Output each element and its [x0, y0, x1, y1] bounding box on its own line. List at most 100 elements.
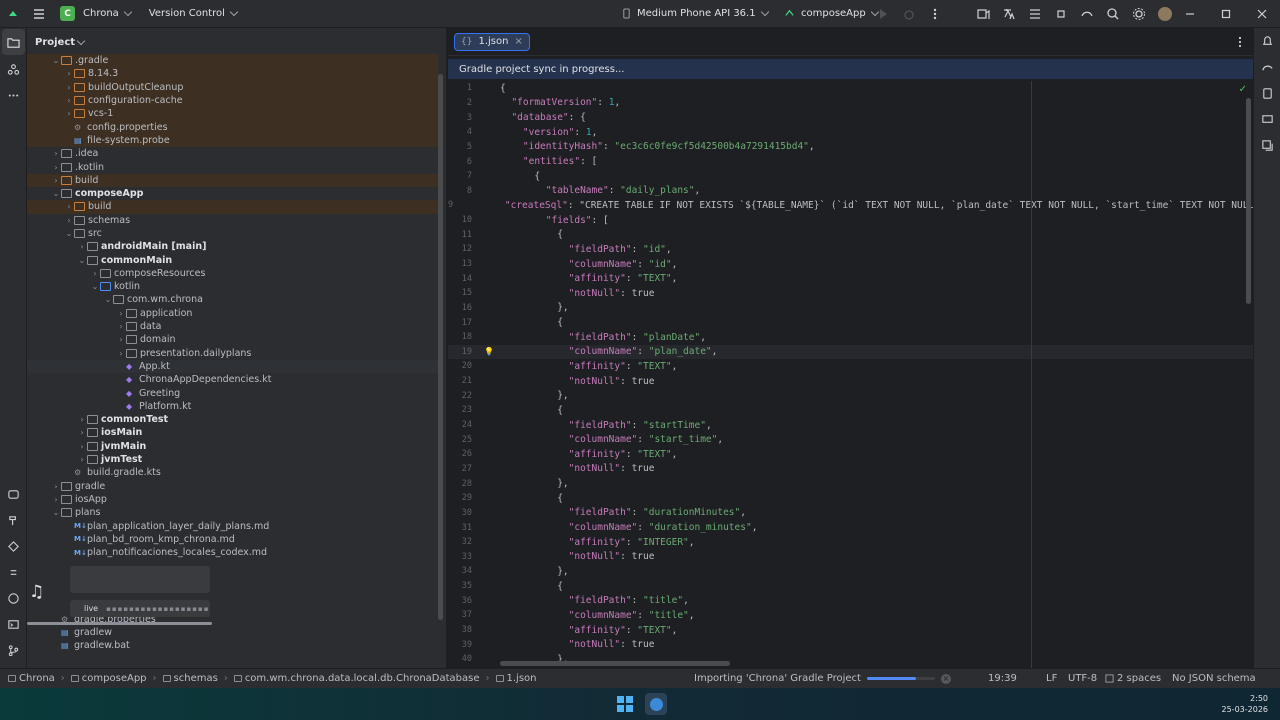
breadcrumb-item[interactable]: schemas	[159, 673, 222, 684]
tree-node[interactable]: › jvmMain	[27, 440, 438, 453]
tree-node[interactable]: › build	[27, 173, 438, 187]
collapsed-arrow-icon[interactable]: ›	[77, 455, 87, 464]
intention-bulb-icon[interactable]: 💡	[478, 347, 500, 356]
gemini-diamond-icon[interactable]	[0, 533, 27, 559]
tree-node[interactable]: › composeResources	[27, 267, 438, 280]
breadcrumb-item[interactable]: Chrona	[4, 673, 59, 684]
code-line[interactable]: 34 },	[448, 564, 1253, 579]
tree-node[interactable]: ▤ file-system.probe	[27, 133, 438, 148]
tree-node[interactable]: › build	[27, 200, 438, 214]
media-overlay[interactable]: live ▪▪▪▪▪▪▪▪▪▪▪▪▪▪▪▪▪▪ ♫	[27, 566, 212, 628]
file-encoding[interactable]: UTF-8	[1068, 673, 1097, 684]
vcs-selector[interactable]: Version Control	[149, 0, 239, 28]
code-area[interactable]: 1{2 "formatVersion": 1, 3 "database": {4 …	[448, 81, 1253, 668]
tree-node[interactable]: › jvmTest	[27, 453, 438, 466]
tree-node[interactable]: › iosMain	[27, 426, 438, 439]
code-line[interactable]: 37 "columnName": "title",	[448, 608, 1253, 623]
collapsed-arrow-icon[interactable]: ›	[116, 335, 126, 344]
logcat-icon[interactable]	[0, 559, 27, 585]
code-line[interactable]: 6 "entities": [	[448, 154, 1253, 169]
editor-vertical-scrollbar[interactable]	[1246, 98, 1251, 304]
device-manager-icon[interactable]	[970, 1, 996, 27]
more-actions-icon[interactable]	[922, 1, 948, 27]
code-line[interactable]: 4 "version": 1,	[448, 125, 1253, 140]
gradle-sync-icon[interactable]	[1074, 1, 1100, 27]
build-hammer-icon[interactable]	[0, 507, 27, 533]
expanded-arrow-icon[interactable]: ⌄	[51, 189, 61, 198]
tree-node[interactable]: ⌄ src	[27, 227, 438, 240]
code-line[interactable]: 2 "formatVersion": 1,	[448, 96, 1253, 111]
no-errors-check-icon[interactable]: ✓	[1239, 84, 1247, 95]
tree-node[interactable]: M↓ plan_bd_room_kmp_chrona.md	[27, 533, 438, 546]
collapsed-arrow-icon[interactable]: ›	[64, 69, 74, 78]
line-separator[interactable]: LF	[1046, 673, 1057, 684]
code-line[interactable]: 23 {	[448, 403, 1253, 418]
app-quality-icon[interactable]	[0, 481, 27, 507]
code-line[interactable]: 31 "columnName": "duration_minutes",	[448, 520, 1253, 535]
tree-node[interactable]: M↓ plan_notificaciones_locales_codex.md	[27, 546, 438, 559]
structure-icon[interactable]	[1022, 1, 1048, 27]
collapsed-arrow-icon[interactable]: ›	[64, 216, 74, 225]
code-line[interactable]: 30 "fieldPath": "durationMinutes",	[448, 506, 1253, 521]
close-tab-icon[interactable]: ×	[514, 36, 522, 47]
more-tools-icon[interactable]	[0, 82, 27, 108]
expanded-arrow-icon[interactable]: ⌄	[90, 282, 100, 291]
project-tree-scrollbar[interactable]	[438, 74, 443, 620]
code-line[interactable]: 11 {	[448, 227, 1253, 242]
tree-node[interactable]: ◆ Platform.kt	[27, 400, 438, 413]
breadcrumb-item[interactable]: composeApp	[67, 673, 151, 684]
code-line[interactable]: 9 "createSql": "CREATE TABLE IF NOT EXIS…	[448, 198, 1253, 213]
code-line[interactable]: 10 "fields": [	[448, 213, 1253, 228]
code-line[interactable]: 35 {	[448, 579, 1253, 594]
main-menu-icon[interactable]	[26, 1, 52, 27]
code-line[interactable]: 1{	[448, 81, 1253, 96]
project-folder-icon[interactable]	[2, 29, 25, 55]
tree-node[interactable]: ▤ gradlew.bat	[27, 639, 438, 652]
code-line[interactable]: 21 "notNull": true	[448, 374, 1253, 389]
windows-start-icon[interactable]	[617, 696, 633, 712]
collapsed-arrow-icon[interactable]: ›	[116, 349, 126, 358]
debug-icon[interactable]	[896, 1, 922, 27]
tree-node[interactable]: › .idea	[27, 147, 438, 160]
problems-icon[interactable]	[0, 585, 27, 611]
tree-node[interactable]: › vcs-1	[27, 107, 438, 121]
code-line[interactable]: 16 },	[448, 301, 1253, 316]
close-icon[interactable]	[1244, 1, 1280, 27]
code-line[interactable]: 25 "columnName": "start_time",	[448, 432, 1253, 447]
translate-icon[interactable]	[996, 1, 1022, 27]
editor-tab-1-json[interactable]: {} 1.json ×	[454, 32, 530, 51]
device-selector[interactable]: Medium Phone API 36.1	[622, 0, 769, 28]
search-icon[interactable]	[1100, 1, 1126, 27]
tree-node[interactable]: ◆ Greeting	[27, 386, 438, 399]
collapsed-arrow-icon[interactable]: ›	[77, 442, 87, 451]
tree-node[interactable]: › domain	[27, 333, 438, 346]
editor-horizontal-scrollbar[interactable]	[500, 661, 730, 666]
tree-node[interactable]: ⌄ .gradle	[27, 54, 438, 68]
code-line[interactable]: 29 {	[448, 491, 1253, 506]
collapsed-arrow-icon[interactable]: ›	[51, 482, 61, 491]
indent-setting[interactable]: 2 spaces	[1105, 673, 1161, 684]
code-line[interactable]: 36 "fieldPath": "title",	[448, 593, 1253, 608]
code-line[interactable]: 18 "fieldPath": "planDate",	[448, 330, 1253, 345]
run-config-selector[interactable]: composeApp	[784, 0, 879, 28]
maximize-icon[interactable]	[1208, 1, 1244, 27]
code-line[interactable]: 24 "fieldPath": "startTime",	[448, 418, 1253, 433]
code-line[interactable]: 38 "affinity": "TEXT",	[448, 623, 1253, 638]
code-line[interactable]: 17 {	[448, 315, 1253, 330]
tree-node[interactable]: ⌄ kotlin	[27, 280, 438, 293]
running-devices-icon[interactable]	[1254, 106, 1280, 132]
plugin-icon[interactable]	[1048, 1, 1074, 27]
android-studio-taskbar-icon[interactable]	[645, 693, 667, 715]
code-line[interactable]: 28 },	[448, 476, 1253, 491]
code-line[interactable]: 3 "database": {	[448, 110, 1253, 125]
editor-more-icon[interactable]	[1227, 29, 1253, 55]
collapsed-arrow-icon[interactable]: ›	[77, 428, 87, 437]
collapsed-arrow-icon[interactable]: ›	[116, 309, 126, 318]
tree-node[interactable]: ⚙ config.properties	[27, 120, 438, 134]
tree-node[interactable]: M↓ plan_application_layer_daily_plans.md	[27, 519, 438, 532]
collapsed-arrow-icon[interactable]: ›	[64, 83, 74, 92]
run-icon[interactable]	[870, 1, 896, 27]
tree-node[interactable]: › data	[27, 320, 438, 333]
collapsed-arrow-icon[interactable]: ›	[64, 96, 74, 105]
code-line[interactable]: 27 "notNull": true	[448, 462, 1253, 477]
